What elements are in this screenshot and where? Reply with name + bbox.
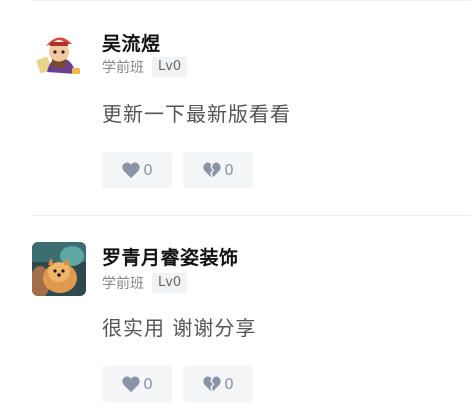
level-badge: Lv0 [152,57,188,77]
dislike-count: 0 [224,375,234,393]
level-badge: Lv0 [152,273,188,293]
heart-icon [122,376,140,393]
comment-text: 更新一下最新版看看 [102,102,291,126]
class-label: 学前班 [102,60,144,76]
heart-icon [122,162,140,179]
comment-text: 很实用 谢谢分享 [102,316,257,340]
avatar[interactable] [32,28,86,82]
cartoon-avatar-icon [32,28,86,82]
like-count: 0 [143,375,153,393]
broken-heart-icon [203,162,221,178]
comment-item: 吴流煜 学前班 Lv0 更新一下最新版看看 0 0 [0,0,471,215]
author-meta: 学前班 Lv0 [102,272,188,294]
like-count: 0 [143,161,153,179]
dislike-button[interactable]: 0 [183,152,253,188]
author-name[interactable]: 罗青月睿姿装饰 [102,243,239,270]
like-button[interactable]: 0 [102,152,172,188]
avatar[interactable] [32,242,86,296]
class-label: 学前班 [102,276,144,292]
dislike-count: 0 [224,161,234,179]
author-name[interactable]: 吴流煜 [102,29,161,56]
author-meta: 学前班 Lv0 [102,56,188,78]
dislike-button[interactable]: 0 [183,366,253,402]
broken-heart-icon [203,376,221,392]
like-button[interactable]: 0 [102,366,172,402]
comment-item: 罗青月睿姿装饰 学前班 Lv0 很实用 谢谢分享 0 0 [0,216,471,420]
dog-photo-avatar-icon [32,242,86,296]
